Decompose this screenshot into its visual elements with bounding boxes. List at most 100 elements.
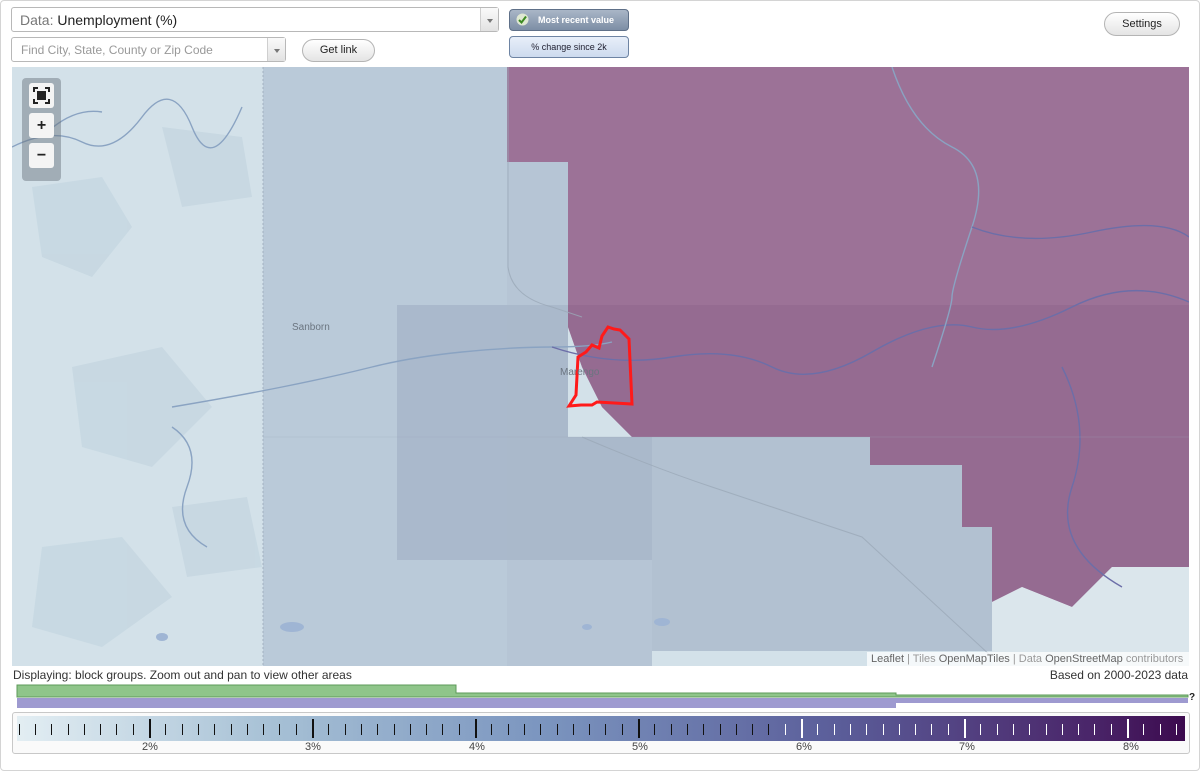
legend-minor-tick: [833, 724, 835, 735]
legend-major-tick: [638, 719, 640, 738]
openstreetmap-link[interactable]: OpenStreetMap: [1045, 653, 1123, 665]
legend-minor-tick: [263, 724, 265, 735]
histogram-purple-bar: [896, 698, 1188, 703]
legend-minor-tick: [100, 724, 102, 735]
legend-tick-label: 6%: [796, 741, 812, 753]
legend-tick-label: 4%: [469, 741, 485, 753]
legend-minor-tick: [377, 724, 379, 735]
legend-minor-tick: [393, 724, 395, 735]
legend-tick-label: 3%: [305, 741, 321, 753]
legend-minor-tick: [360, 724, 362, 735]
legend-minor-tick: [703, 724, 705, 735]
legend-major-tick: [149, 719, 151, 738]
legend-major-tick: [1127, 719, 1129, 738]
legend-minor-tick: [18, 724, 20, 735]
legend-minor-tick: [768, 724, 770, 735]
legend-minor-tick: [556, 724, 558, 735]
legend-minor-tick: [915, 724, 917, 735]
legend-tick-label: 5%: [632, 741, 648, 753]
openmaptiles-link[interactable]: OpenMapTiles: [939, 653, 1010, 665]
legend-minor-tick: [116, 724, 118, 735]
legend-minor-tick: [1094, 724, 1096, 735]
most-recent-value-label: Most recent value: [537, 15, 615, 25]
legend-minor-tick: [784, 724, 786, 735]
legend-minor-tick: [589, 724, 591, 735]
legend-tick-label: 7%: [959, 741, 975, 753]
place-label-marengo: Marengo: [560, 367, 600, 378]
histogram-purple-bar: [17, 698, 896, 708]
check-icon: [516, 13, 529, 26]
attribution-separator: | Tiles: [907, 653, 936, 665]
data-label: Data:: [20, 12, 54, 28]
place-label-sanborn: Sanborn: [292, 322, 330, 333]
legend-minor-tick: [83, 724, 85, 735]
location-search[interactable]: [11, 37, 286, 62]
legend-minor-tick: [686, 724, 688, 735]
legend-minor-tick: [719, 724, 721, 735]
zoom-in-button[interactable]: +: [29, 113, 54, 138]
legend-major-tick: [801, 719, 803, 738]
legend-minor-tick: [996, 724, 998, 735]
map-view[interactable]: [12, 67, 1189, 666]
map-canvas: [12, 67, 1189, 666]
legend-minor-tick: [1175, 724, 1177, 735]
legend-minor-tick: [197, 724, 199, 735]
legend-minor-tick: [882, 724, 884, 735]
legend-minor-tick: [735, 724, 737, 735]
legend-tick-label: 2%: [142, 741, 158, 753]
attribution-contributors: contributors: [1125, 653, 1184, 665]
block-group-region: [652, 437, 992, 651]
zoom-out-button[interactable]: −: [29, 143, 54, 168]
legend-minor-tick: [507, 724, 509, 735]
legend-minor-tick: [458, 724, 460, 735]
legend-minor-tick: [1078, 724, 1080, 735]
legend-minor-tick: [214, 724, 216, 735]
legend-minor-tick: [181, 724, 183, 735]
legend-gradient: [17, 716, 1185, 741]
legend-minor-tick: [980, 724, 982, 735]
chevron-down-icon[interactable]: [480, 8, 498, 31]
legend-major-tick: [475, 719, 477, 738]
legend-major-tick: [312, 719, 314, 738]
legend-minor-tick: [866, 724, 868, 735]
data-value: Unemployment (%): [57, 12, 178, 28]
legend-minor-tick: [344, 724, 346, 735]
get-link-button[interactable]: Get link: [302, 39, 375, 62]
fullscreen-icon: [33, 87, 50, 104]
chevron-down-icon[interactable]: [267, 38, 285, 61]
legend-minor-tick: [1159, 724, 1161, 735]
legend-minor-tick: [442, 724, 444, 735]
legend-minor-tick: [409, 724, 411, 735]
legend-minor-tick: [849, 724, 851, 735]
percent-change-button[interactable]: % change since 2k: [509, 36, 629, 58]
settings-button[interactable]: Settings: [1104, 12, 1180, 36]
legend-minor-tick: [1110, 724, 1112, 735]
zoom-control: + −: [22, 78, 61, 181]
legend-minor-tick: [654, 724, 656, 735]
legend-minor-tick: [931, 724, 933, 735]
legend-minor-tick: [523, 724, 525, 735]
legend-minor-tick: [1143, 724, 1145, 735]
legend-minor-tick: [1029, 724, 1031, 735]
legend-minor-tick: [1012, 724, 1014, 735]
fullscreen-button[interactable]: [29, 83, 54, 108]
map-attribution: Leaflet | Tiles OpenMapTiles | Data Open…: [867, 652, 1189, 666]
legend-minor-tick: [67, 724, 69, 735]
legend-minor-tick: [51, 724, 53, 735]
most-recent-value-button[interactable]: Most recent value: [509, 9, 629, 31]
legend-minor-tick: [34, 724, 36, 735]
legend-minor-tick: [491, 724, 493, 735]
leaflet-link[interactable]: Leaflet: [871, 653, 904, 665]
search-input[interactable]: [12, 38, 262, 61]
data-range-note: Based on 2000-2023 data: [1049, 668, 1188, 682]
data-select[interactable]: Data: Unemployment (%): [11, 7, 499, 32]
legend-minor-tick: [1045, 724, 1047, 735]
legend-minor-tick: [426, 724, 428, 735]
legend-minor-tick: [605, 724, 607, 735]
histogram-unknown-marker: ?: [1189, 692, 1195, 703]
value-histogram: ?: [16, 684, 1195, 708]
legend-minor-tick: [230, 724, 232, 735]
legend-minor-tick: [165, 724, 167, 735]
data-select-text: Data: Unemployment (%): [20, 12, 177, 28]
legend-minor-tick: [898, 724, 900, 735]
